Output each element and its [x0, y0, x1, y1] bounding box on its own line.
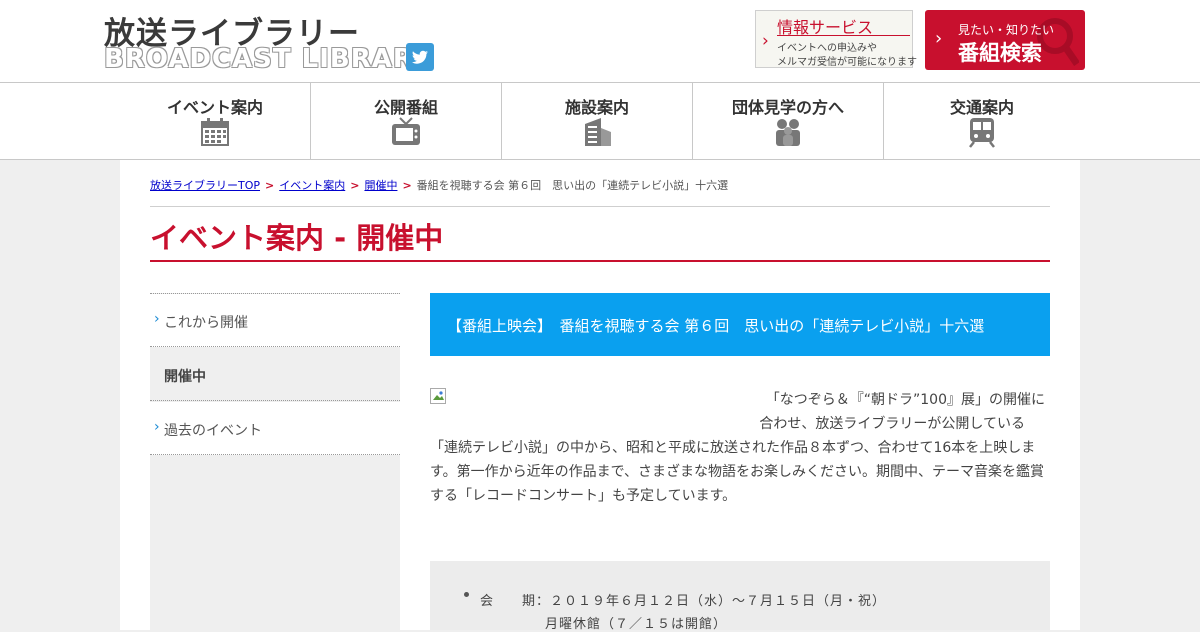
page-title: イベント案内 - 開催中	[150, 221, 444, 255]
info-service-desc-1: イベントへの申込みや	[777, 43, 877, 54]
program-search-label: 番組検索	[958, 41, 1042, 65]
nav-label: イベント案内	[166, 98, 263, 117]
divider	[777, 35, 910, 36]
site-logo-english[interactable]: BROADCAST LIBRARY	[104, 44, 432, 74]
breadcrumb-link-events[interactable]: イベント案内	[279, 179, 345, 192]
event-closed-days: 月曜休館（７／１５は開館）	[545, 617, 728, 632]
building-icon	[585, 118, 611, 146]
breadcrumb-link-top[interactable]: 放送ライブラリーTOP	[150, 179, 260, 192]
nav-label: 交通案内	[949, 98, 1014, 117]
title-underline	[150, 260, 1050, 262]
side-menu-label: これから開催	[164, 315, 248, 331]
side-menu-item-ongoing[interactable]: 開催中	[150, 348, 400, 401]
global-nav: イベント案内 公開番組 施設案内 団体見学の方へ 交通案内	[0, 83, 1200, 160]
calendar-icon	[201, 118, 229, 146]
breadcrumb-separator: >	[350, 179, 360, 192]
info-service-desc-2: メルマガ受信が可能になります	[777, 57, 917, 68]
nav-item-access[interactable]: 交通案内	[884, 83, 1080, 159]
list-bullet	[464, 592, 469, 597]
nav-item-public-programs[interactable]: 公開番組	[311, 83, 502, 159]
nav-label: 施設案内	[564, 98, 629, 117]
train-icon	[969, 118, 995, 148]
site-header: 放送ライブラリー BROADCAST LIBRARY › 情報サービス イベント…	[0, 0, 1200, 83]
broken-image-icon	[430, 388, 446, 404]
event-info-box: 会 期：２０１９年６月１２日（水）～７月１５日（月・祝） 月曜休館（７／１５は開…	[430, 561, 1050, 632]
nav-label: 団体見学の方へ	[731, 98, 844, 117]
nav-item-events[interactable]: イベント案内	[120, 83, 311, 159]
tv-icon	[392, 117, 420, 145]
event-title-banner: 【番組上映会】 番組を視聴する会 第６回 思い出の「連続テレビ小説」十六選	[430, 293, 1050, 356]
chevron-right-icon: ›	[154, 419, 160, 435]
description-line: 合わせ、放送ライブラリーが公開している	[759, 416, 1025, 432]
nav-label: 公開番組	[373, 98, 438, 117]
description-line: 「なつぞら＆『“朝ドラ”100』展」の開催に	[765, 392, 1045, 408]
program-search-button[interactable]: › 見たい・知りたい 番組検索	[925, 10, 1085, 70]
side-menu: › これから開催 開催中 › 過去のイベント	[150, 293, 400, 631]
chevron-right-icon: ›	[762, 31, 769, 51]
nav-item-facilities[interactable]: 施設案内	[502, 83, 693, 159]
chevron-right-icon: ›	[154, 311, 160, 327]
breadcrumb-separator: >	[402, 179, 412, 192]
group-icon	[776, 119, 800, 146]
description-line: す。第一作から近年の作品まで、さまざまな物語をお楽しみください。期間中、テーマ音…	[430, 464, 1045, 480]
event-title: 【番組上映会】 番組を視聴する会 第６回 思い出の「連続テレビ小説」十六選	[447, 317, 985, 335]
description-line: 「連続テレビ小説」の中から、昭和と平成に放送された作品８本ずつ、合わせて16本を…	[430, 440, 1036, 456]
event-period: 会 期：２０１９年６月１２日（水）～７月１５日（月・祝）	[480, 594, 887, 609]
side-menu-item-upcoming[interactable]: › これから開催	[150, 294, 400, 347]
info-service-button[interactable]: › 情報サービス イベントへの申込みや メルマガ受信が可能になります	[755, 10, 917, 68]
twitter-icon[interactable]	[406, 43, 434, 71]
breadcrumb-current: 番組を視聴する会 第６回 思い出の「連続テレビ小説」十六選	[416, 179, 729, 192]
breadcrumb: 放送ライブラリーTOP > イベント案内 > 開催中 > 番組を視聴する会 第６回 思い出の…	[150, 177, 728, 193]
divider	[150, 206, 1050, 207]
side-menu-label: 開催中	[164, 369, 206, 385]
chevron-right-icon: ›	[935, 28, 943, 49]
side-menu-item-past[interactable]: › 過去のイベント	[150, 402, 400, 455]
breadcrumb-separator: >	[265, 179, 275, 192]
program-search-sub: 見たい・知りたい	[958, 23, 1055, 37]
breadcrumb-link-ongoing[interactable]: 開催中	[364, 179, 397, 192]
description-line: する「レコードコンサート」も予定しています。	[430, 488, 737, 504]
side-menu-label: 過去のイベント	[164, 423, 262, 439]
nav-item-group-visits[interactable]: 団体見学の方へ	[693, 83, 884, 159]
